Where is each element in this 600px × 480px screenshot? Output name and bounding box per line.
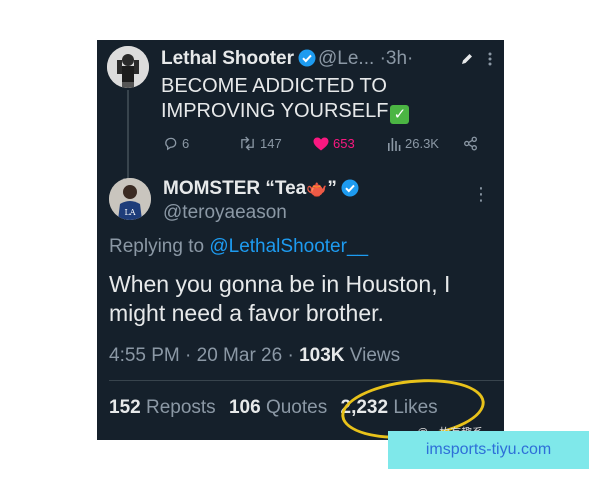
tweet2-author-handle[interactable]: @teroyaeason: [163, 202, 287, 224]
tweet1-actions: 6 147 653 26.3K: [163, 136, 493, 156]
tweet2-author-name[interactable]: MOMSTER “Tea🫖”: [163, 178, 361, 203]
tweet1-toolbar: [450, 52, 492, 71]
tweet1-text-body: BECOME ADDICTED TO IMPROVING YOURSELF: [161, 75, 389, 122]
analytics-icon: [387, 137, 401, 151]
repost-button[interactable]: 147: [239, 136, 282, 151]
reposts-stat[interactable]: 152 Reposts: [109, 397, 216, 418]
quotes-count: 106: [228, 397, 261, 418]
tweet2-timestamp[interactable]: 4:55 PM · 20 Mar 26 ·: [109, 345, 294, 366]
site-watermark-banner: imsports-tiyu.com: [388, 431, 589, 469]
tweet1-timestamp[interactable]: ·3h·: [380, 48, 414, 69]
tweet2-text: When you gonna be in Houston, I might ne…: [109, 271, 451, 326]
momster-avatar[interactable]: LA: [109, 178, 151, 220]
verified-badge-icon: [298, 49, 316, 73]
lethal-shooter-avatar[interactable]: [107, 46, 149, 88]
tweet1-text: BECOME ADDICTED TO IMPROVING YOURSELF ✓: [161, 74, 481, 124]
quotes-label: Quotes: [265, 397, 328, 418]
reply-button[interactable]: 6: [163, 136, 189, 151]
share-button[interactable]: [463, 136, 478, 151]
like-count: 653: [333, 136, 355, 151]
tweet1-author-name[interactable]: Lethal Shooter: [161, 48, 294, 69]
like-button[interactable]: 653: [313, 136, 355, 151]
reply-count: 6: [182, 136, 190, 151]
verified-badge-icon: [341, 179, 359, 203]
tweet1-header: Lethal Shooter @Le... ·3h·: [161, 48, 413, 73]
more-options-icon[interactable]: [488, 52, 492, 70]
tweet2-name-quote: ”: [327, 178, 337, 199]
share-icon: [463, 136, 478, 151]
heart-icon: [313, 137, 329, 151]
replying-to-line: Replying to @LethalShooter__: [109, 236, 368, 258]
views-button[interactable]: 26.3K: [387, 136, 439, 151]
quotes-stat[interactable]: 106 Quotes: [229, 397, 327, 418]
views-count: 26.3K: [405, 136, 439, 151]
svg-text:LA: LA: [124, 208, 135, 217]
repost-icon: [239, 136, 256, 151]
tweet2-views-count: 103K: [299, 345, 345, 366]
tweet-screenshot-card: Lethal Shooter @Le... ·3h· BECOME ADDICTE…: [97, 40, 504, 440]
teapot-icon: 🫖: [306, 179, 328, 198]
tweet2-meta: 4:55 PM · 20 Mar 26 · 103K Views: [109, 345, 400, 367]
replying-to-label: Replying to: [109, 236, 205, 257]
repost-count: 147: [260, 136, 282, 151]
replying-to-handle-link[interactable]: @LethalShooter__: [209, 236, 368, 257]
reposts-label: Reposts: [145, 397, 216, 418]
grok-edit-icon[interactable]: [460, 53, 474, 70]
tweet2-name-text: MOMSTER “Tea: [163, 178, 307, 199]
more-options-icon[interactable]: ⋮: [472, 184, 490, 205]
tweet2-views-label: Views: [349, 345, 401, 366]
tweet1-author-handle[interactable]: @Le...: [318, 48, 374, 69]
reply-icon: [163, 136, 178, 151]
check-mark-emoji-icon: ✓: [390, 105, 410, 124]
reposts-count: 152: [109, 397, 141, 418]
